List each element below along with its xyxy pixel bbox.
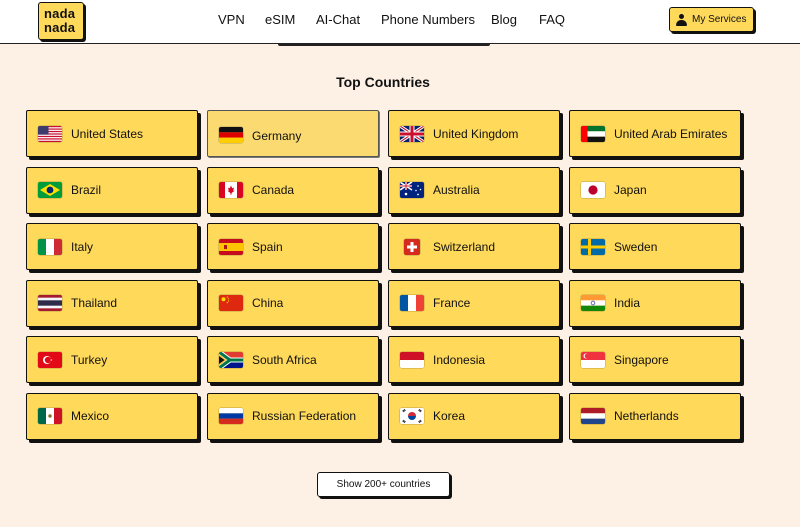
nav-esim[interactable]: eSIM [265,12,295,27]
country-name: Germany [252,128,302,143]
country-name: Korea [433,409,466,423]
country-name: Sweden [614,239,658,254]
nav-phone-numbers[interactable]: Phone Numbers [381,12,475,27]
country-card-australia[interactable]: Australia [388,166,560,214]
ca-flag-icon [219,182,243,198]
tr-flag-icon [38,351,62,368]
nav-ai-chat[interactable]: AI-Chat [316,12,360,27]
my-services-button[interactable]: My Services [669,7,754,32]
country-card-singapore[interactable]: Singapore [569,336,741,383]
es-flag-icon [219,238,243,255]
se-flag-icon [581,238,605,255]
country-name: Spain [252,239,283,254]
country-name: Canada [252,183,295,197]
country-card-netherlands[interactable]: Netherlands [569,392,741,440]
country-card-united-kingdom[interactable]: United Kingdom [388,110,560,157]
country-name: Thailand [71,296,118,310]
ru-flag-icon [219,408,243,424]
country-card-france[interactable]: France [388,279,560,327]
country-name: France [433,296,471,310]
country-card-china[interactable]: China [207,279,379,327]
ch-flag-icon [404,238,420,255]
country-card-spain[interactable]: Spain [207,223,379,270]
country-card-thailand[interactable]: Thailand [26,279,198,327]
country-card-united-states[interactable]: United States [26,110,198,157]
country-name: Japan [614,183,647,197]
gb-flag-icon [400,125,424,142]
country-name: Italy [71,239,94,254]
nl-flag-icon [581,408,605,424]
country-card-japan[interactable]: Japan [569,166,741,214]
us-flag-icon [38,125,62,142]
nav-vpn[interactable]: VPN [218,12,245,27]
nav-blog[interactable]: Blog [491,12,517,27]
country-name: Australia [433,183,480,197]
country-name: Indonesia [433,352,486,367]
my-services-label: My Services [692,14,747,25]
show-all-countries-button[interactable]: Show 200+ countries [317,472,450,497]
country-name: Netherlands [614,409,679,423]
user-icon [676,13,687,26]
country-name: Switzerland [433,239,496,254]
country-card-indonesia[interactable]: Indonesia [388,336,560,383]
in-flag-icon [581,295,605,311]
kr-flag-icon [400,408,424,424]
country-name: United Arab Emirates [614,126,728,141]
country-card-turkey[interactable]: Turkey [26,336,198,383]
country-card-mexico[interactable]: Mexico [26,392,198,440]
country-card-switzerland[interactable]: Switzerland [388,223,560,270]
country-name: Brazil [71,183,102,197]
country-name: Russian Federation [252,409,357,423]
sg-flag-icon [581,351,605,368]
header-tab-indicator [278,43,490,46]
de-flag-icon [219,126,243,143]
country-name: South Africa [252,352,317,367]
mx-flag-icon [38,408,62,424]
fr-flag-icon [400,295,424,311]
country-card-india[interactable]: India [569,279,741,327]
country-name: China [252,296,284,310]
br-flag-icon [38,182,62,198]
nav-faq[interactable]: FAQ [539,12,565,27]
section-title: Top Countries [336,74,430,90]
country-name: Singapore [614,352,669,367]
country-name: Mexico [71,409,110,423]
cn-flag-icon [219,295,243,311]
country-card-south-africa[interactable]: South Africa [207,336,379,383]
country-card-italy[interactable]: Italy [26,223,198,270]
za-flag-icon [219,351,243,368]
country-name: United States [71,126,144,141]
ae-flag-icon [581,125,605,142]
country-card-germany[interactable]: Germany [207,110,379,157]
site-header: nada nada VPN eSIM AI-Chat Phone Numbers… [0,0,800,44]
id-flag-icon [400,351,424,368]
countries-grid: United States Germany United Kingdom Uni… [26,110,741,440]
it-flag-icon [38,238,62,255]
th-flag-icon [38,295,62,311]
country-card-sweden[interactable]: Sweden [569,223,741,270]
country-card-korea[interactable]: Korea [388,392,560,440]
country-card-brazil[interactable]: Brazil [26,166,198,214]
country-card-canada[interactable]: Canada [207,166,379,214]
country-name: Turkey [71,352,108,367]
country-card-united-arab-emirates[interactable]: United Arab Emirates [569,110,741,157]
country-card-russian-federation[interactable]: Russian Federation [207,392,379,440]
country-name: India [614,296,641,310]
au-flag-icon [400,182,424,198]
jp-flag-icon [581,182,605,198]
country-name: United Kingdom [433,126,519,141]
